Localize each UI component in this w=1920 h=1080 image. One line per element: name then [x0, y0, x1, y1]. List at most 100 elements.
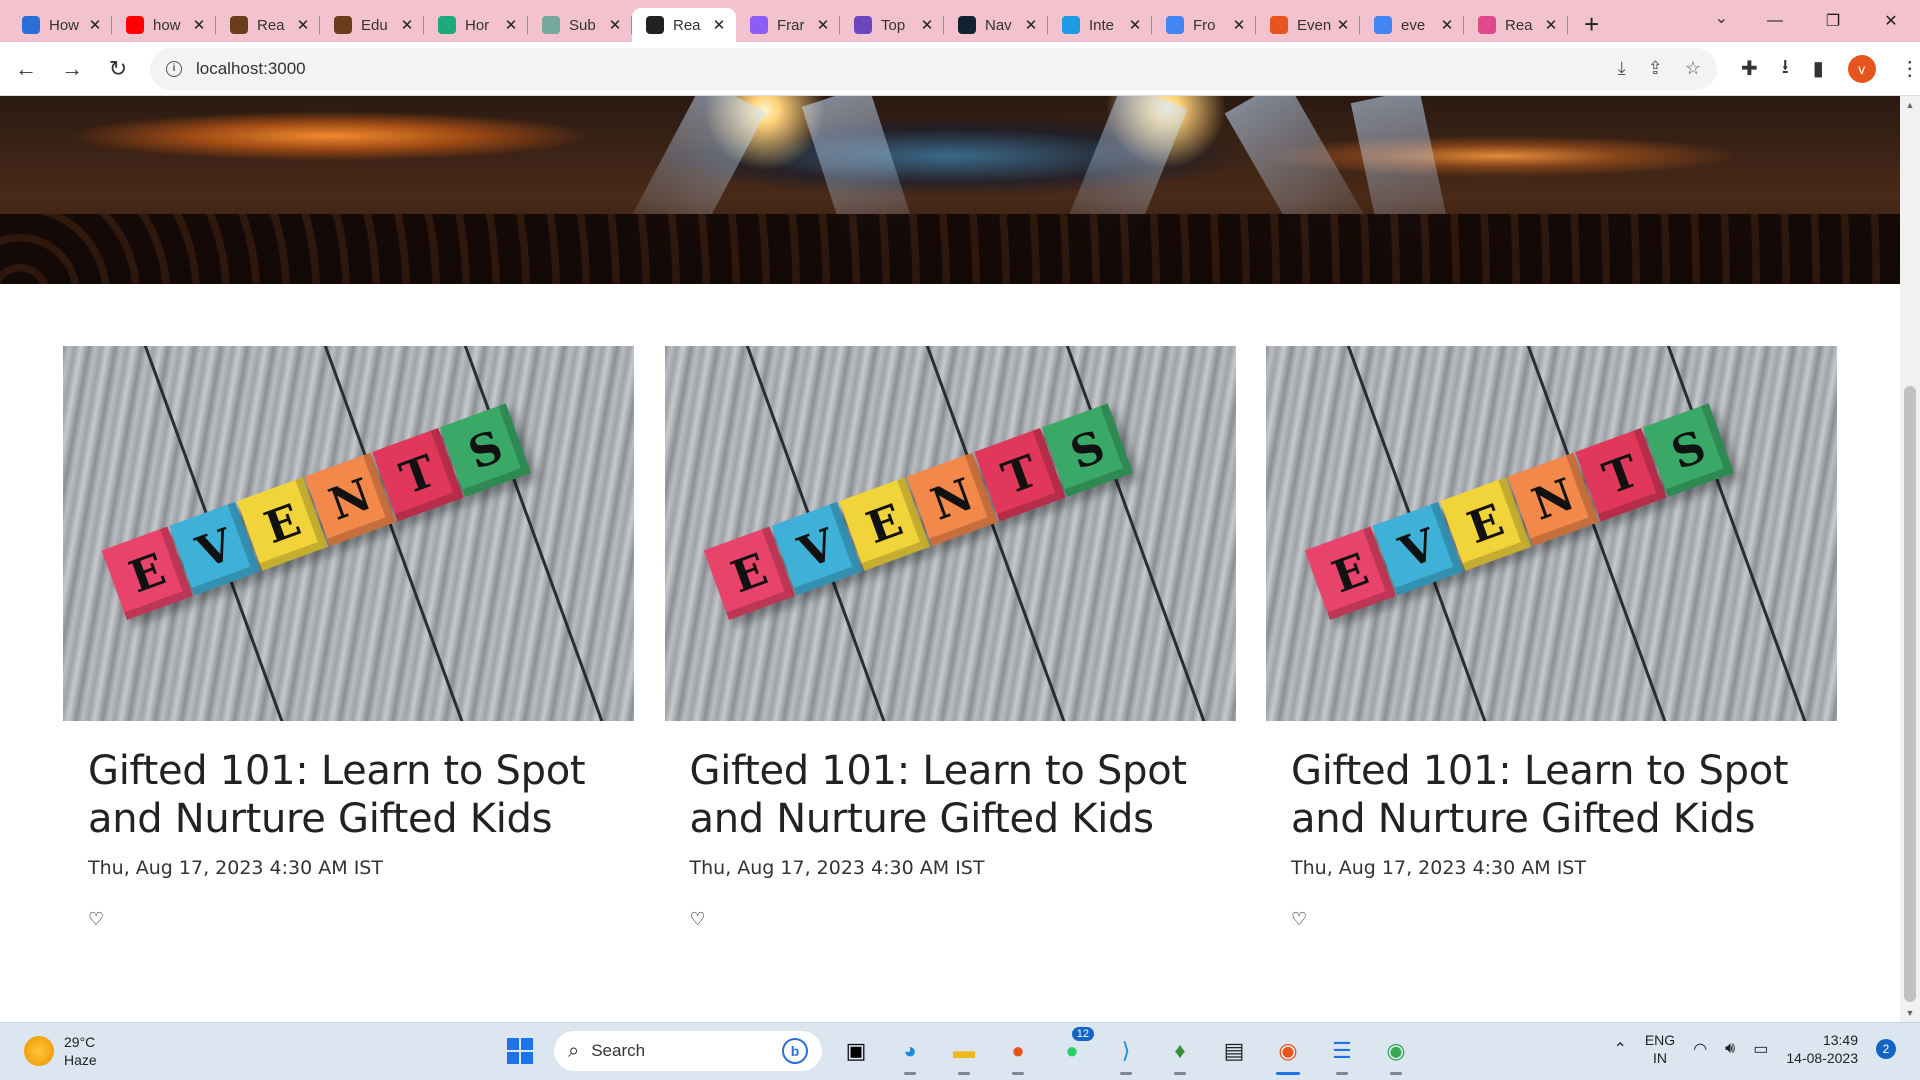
taskbar-apps: ⌕ Search b ▣ ◕ ▬ ● ● 12 ⟩ ♦ ▤ ◉ ☰ ◉	[500, 1027, 1416, 1075]
share-icon[interactable]: ⇪	[1648, 58, 1663, 79]
youtube-icon	[126, 16, 144, 34]
heart-icon[interactable]: ♡	[1291, 909, 1311, 930]
restore-icon[interactable]: ❐	[1804, 11, 1862, 31]
url-text[interactable]: localhost:3000	[196, 59, 306, 79]
language-indicator[interactable]: ENG IN	[1645, 1031, 1675, 1067]
tab-title: Top	[881, 16, 906, 34]
close-tab-icon[interactable]: ✕	[1334, 16, 1352, 34]
browser-tab[interactable]: How ✕	[8, 8, 112, 42]
firefox-icon[interactable]: ●	[998, 1031, 1038, 1075]
close-tab-icon[interactable]: ✕	[502, 16, 520, 34]
lang-region: IN	[1653, 1050, 1668, 1066]
event-image[interactable]: EVENTS	[664, 346, 1236, 721]
scroll-down-icon[interactable]: ▼	[1900, 1004, 1920, 1022]
close-tab-icon[interactable]: ✕	[190, 16, 208, 34]
bing-icon[interactable]: b	[782, 1038, 808, 1064]
install-app-icon[interactable]: ⤓	[1618, 58, 1626, 79]
address-bar[interactable]: i localhost:3000 ⤓ ⇪ ☆	[150, 47, 1717, 90]
close-tab-icon[interactable]: ✕	[918, 16, 936, 34]
book-icon	[334, 16, 352, 34]
menu-kebab-icon[interactable]: ⋮	[1900, 56, 1920, 81]
weather-widget[interactable]: 29°C Haze	[24, 1033, 97, 1069]
tab-title: How	[49, 16, 80, 34]
browser-tab[interactable]: Fro ✕	[1152, 8, 1256, 42]
browser-tab[interactable]: Rea ✕	[216, 8, 320, 42]
chrome-icon[interactable]: ◉	[1268, 1031, 1308, 1075]
reload-button[interactable]: ↻	[98, 49, 138, 89]
side-panel-icon[interactable]: ▮	[1813, 56, 1824, 81]
vscode-icon[interactable]: ⟩	[1106, 1031, 1146, 1075]
page-scrollbar[interactable]: ▲ ▼	[1900, 96, 1920, 1022]
browser-tab[interactable]: Frar ✕	[736, 8, 840, 42]
whatsapp-badge: 12	[1071, 1027, 1094, 1041]
browser-tab[interactable]: Sub ✕	[528, 8, 632, 42]
tab-search-chevron-icon[interactable]: ⌄	[1715, 8, 1728, 28]
show-hidden-icons-chevron-icon[interactable]: ⌃	[1613, 1039, 1626, 1059]
task-view-icon[interactable]: ▣	[836, 1031, 876, 1071]
close-tab-icon[interactable]: ✕	[1438, 16, 1456, 34]
browser-tab[interactable]: Edu ✕	[320, 8, 424, 42]
minimize-icon[interactable]: —	[1746, 12, 1804, 30]
clock[interactable]: 13:49 14-08-2023	[1786, 1031, 1858, 1067]
downloads-icon[interactable]: ⭳	[1782, 52, 1789, 86]
file-explorer-icon[interactable]: ▬	[944, 1031, 984, 1075]
close-tab-icon[interactable]: ✕	[1230, 16, 1248, 34]
tab-title: eve	[1401, 16, 1426, 34]
close-tab-icon[interactable]: ✕	[86, 16, 104, 34]
event-title[interactable]: Gifted 101: Learn to Spot and Nurture Gi…	[690, 747, 1211, 843]
new-tab-button[interactable]: +	[1584, 9, 1599, 40]
event-image[interactable]: EVENTS	[63, 346, 634, 721]
react-icon	[646, 16, 664, 34]
profile-avatar[interactable]: v	[1847, 54, 1876, 83]
browser-tab[interactable]: Hor ✕	[424, 8, 528, 42]
info-icon[interactable]: i	[166, 60, 182, 77]
event-card[interactable]: E V E N T S Gifted 101: Learn to Spot and Nurt…	[63, 346, 634, 930]
bookmark-star-icon[interactable]: ☆	[1685, 58, 1701, 79]
notification-badge[interactable]: 2	[1876, 1039, 1896, 1059]
terminal-icon[interactable]: ▤	[1214, 1031, 1254, 1071]
event-title[interactable]: Gifted 101: Learn to Spot and Nurture Gi…	[1291, 747, 1812, 843]
close-tab-icon[interactable]: ✕	[1022, 16, 1040, 34]
extensions-puzzle-icon[interactable]: ✚	[1741, 56, 1758, 81]
browser-tab[interactable]: Nav ✕	[944, 8, 1048, 42]
close-tab-icon[interactable]: ✕	[294, 16, 312, 34]
browser-tab[interactable]: Inte ✕	[1048, 8, 1152, 42]
event-card[interactable]: E V E N T S Gifted 101: Learn to Spot and Nurt…	[1266, 346, 1837, 930]
close-tab-icon[interactable]: ✕	[398, 16, 416, 34]
browser-tab[interactable]: Rea ✕	[632, 8, 736, 42]
whatsapp-icon[interactable]: ● 12	[1052, 1027, 1094, 1071]
heart-icon[interactable]: ♡	[690, 909, 710, 930]
taskbar-search[interactable]: ⌕ Search b	[554, 1031, 822, 1071]
forward-button[interactable]: →	[52, 49, 92, 89]
bell-icon	[854, 16, 872, 34]
browser-tab[interactable]: Even ✕	[1256, 8, 1360, 42]
wifi-icon[interactable]: ◠	[1693, 1039, 1707, 1059]
windows-logo-icon	[507, 1038, 533, 1064]
mongodb-icon[interactable]: ♦	[1160, 1031, 1200, 1075]
notepad-icon[interactable]: ☰	[1322, 1031, 1362, 1075]
close-tab-icon[interactable]: ✕	[606, 16, 624, 34]
scrollbar-thumb[interactable]	[1904, 386, 1916, 1002]
close-tab-icon[interactable]: ✕	[1542, 16, 1560, 34]
close-tab-icon[interactable]: ✕	[710, 16, 728, 34]
battery-icon[interactable]: ▭	[1753, 1039, 1768, 1059]
tab-title: Rea	[257, 16, 285, 34]
close-tab-icon[interactable]: ✕	[814, 16, 832, 34]
chrome-profile-icon[interactable]: ◉	[1376, 1031, 1416, 1075]
volume-icon[interactable]: 🔊︎	[1725, 1040, 1735, 1058]
back-button[interactable]: ←	[6, 49, 46, 89]
event-image[interactable]: EVENTS	[1266, 346, 1837, 721]
browser-tab[interactable]: Rea ✕	[1464, 8, 1568, 42]
browser-tab[interactable]: eve ✕	[1360, 8, 1464, 42]
heart-icon[interactable]: ♡	[88, 909, 108, 930]
browser-tab[interactable]: how ✕	[112, 8, 216, 42]
event-card[interactable]: E V E N T S Gifted 101: Learn to Spot and Nurt…	[664, 346, 1236, 930]
browser-tab[interactable]: Top ✕	[840, 8, 944, 42]
close-window-icon[interactable]: ✕	[1862, 11, 1920, 31]
is-icon	[1062, 16, 1080, 34]
start-button[interactable]	[500, 1031, 540, 1071]
close-tab-icon[interactable]: ✕	[1126, 16, 1144, 34]
edge-icon[interactable]: ◕	[890, 1031, 930, 1075]
event-title[interactable]: Gifted 101: Learn to Spot and Nurture Gi…	[88, 747, 609, 843]
scroll-up-icon[interactable]: ▲	[1900, 96, 1920, 114]
